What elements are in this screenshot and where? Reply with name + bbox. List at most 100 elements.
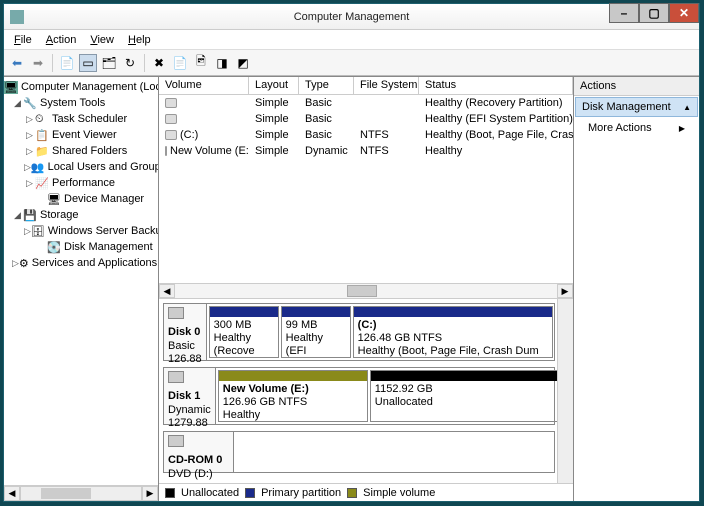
scroll-thumb[interactable] <box>41 488 91 499</box>
services-icon: ⚙ <box>19 257 29 270</box>
tree-windows-backup[interactable]: Windows Server Backup <box>48 225 158 237</box>
storage-icon: 💾 <box>23 209 37 222</box>
expand-icon[interactable]: ▷ <box>24 162 31 173</box>
menu-file[interactable]: File <box>8 32 38 48</box>
actions-selected-label: Disk Management <box>582 101 671 113</box>
list-hscrollbar[interactable]: ◀ ▶ <box>159 283 573 299</box>
tree-device-manager[interactable]: Device Manager <box>64 193 144 205</box>
scroll-left-icon[interactable]: ◀ <box>159 284 175 298</box>
collapse-icon[interactable]: ◢ <box>12 210 23 221</box>
legend-swatch-primary <box>245 488 255 498</box>
partition[interactable]: 1152.92 GBUnallocated <box>370 370 557 422</box>
volume-list[interactable]: SimpleBasicHealthy (Recovery Partition)S… <box>159 95 573 283</box>
partition[interactable]: New Volume (E:)126.96 GB NTFSHealthy <box>218 370 368 422</box>
volume-row[interactable]: (C:)SimpleBasicNTFSHealthy (Boot, Page F… <box>159 127 573 143</box>
refresh-icon[interactable]: 🗂 <box>100 54 118 72</box>
scroll-right-icon[interactable]: ▶ <box>557 284 573 298</box>
tree-event-viewer[interactable]: Event Viewer <box>52 129 117 141</box>
expand-icon[interactable]: ▷ <box>24 146 35 157</box>
col-volume[interactable]: Volume <box>159 77 249 94</box>
disk-row[interactable]: Disk 0Basic126.88 GBOnline300 MBHealthy … <box>163 303 555 361</box>
expand-icon[interactable]: ▷ <box>12 258 19 269</box>
actions-selected[interactable]: Disk Management ▲ <box>575 97 698 117</box>
graphical-vscrollbar[interactable] <box>557 299 573 483</box>
scroll-left-icon[interactable]: ◀ <box>4 486 20 501</box>
volume-icon <box>165 98 177 108</box>
window-title: Computer Management <box>294 11 410 23</box>
tree-local-users[interactable]: Local Users and Groups <box>48 161 158 173</box>
minimize-button[interactable]: – <box>609 3 639 23</box>
clock-icon: ⏲ <box>35 113 49 126</box>
chevron-right-icon: ▶ <box>679 124 685 133</box>
refresh2-icon[interactable]: 📄 <box>171 54 189 72</box>
maximize-button[interactable]: ▢ <box>639 3 669 23</box>
properties-icon[interactable]: ▭ <box>79 54 97 72</box>
backup-icon: 🗄 <box>31 225 45 238</box>
actions-pane: Actions Disk Management ▲ More Actions ▶ <box>574 77 699 501</box>
disk-header[interactable]: CD-ROM 0DVD (D:) <box>164 432 234 472</box>
actions-header: Actions <box>574 77 699 96</box>
partition[interactable]: 300 MBHealthy (Recove <box>209 306 279 358</box>
tree-system-tools[interactable]: System Tools <box>40 97 105 109</box>
volume-row[interactable]: SimpleBasicHealthy (Recovery Partition) <box>159 95 573 111</box>
tree-root[interactable]: Computer Management (Local <box>21 81 158 93</box>
expand-icon[interactable]: ▷ <box>24 114 35 125</box>
tree-task-scheduler[interactable]: Task Scheduler <box>52 113 127 125</box>
forward-icon[interactable]: ➡ <box>29 54 47 72</box>
menu-help[interactable]: Help <box>122 32 157 48</box>
collapse-icon[interactable]: ◢ <box>12 98 23 109</box>
col-layout[interactable]: Layout <box>249 77 299 94</box>
disk-graphical-view: Disk 0Basic126.88 GBOnline300 MBHealthy … <box>159 299 573 483</box>
volume-list-header[interactable]: Volume Layout Type File System Status <box>159 77 573 95</box>
menu-view[interactable]: View <box>84 32 120 48</box>
partition[interactable]: 99 MBHealthy (EFI <box>281 306 351 358</box>
tree-performance[interactable]: Performance <box>52 177 115 189</box>
tree-disk-management[interactable]: Disk Management <box>64 241 153 253</box>
expand-icon[interactable]: ▷ <box>24 226 31 237</box>
actions-more[interactable]: More Actions ▶ <box>574 118 699 138</box>
tree-shared-folders[interactable]: Shared Folders <box>52 145 127 157</box>
list-icon[interactable]: ◨ <box>213 54 231 72</box>
disk-icon: 💽 <box>47 241 61 254</box>
menubar: File Action View Help <box>4 30 699 50</box>
disk-header[interactable]: Disk 0Basic126.88 GBOnline <box>164 304 207 360</box>
col-filesystem[interactable]: File System <box>354 77 419 94</box>
volume-icon <box>165 146 167 156</box>
computer-management-window: Computer Management – ▢ ✕ File Action Vi… <box>3 3 700 502</box>
legend-unallocated: Unallocated <box>181 487 239 499</box>
tree-services[interactable]: Services and Applications <box>32 257 157 269</box>
volume-row[interactable]: New Volume (E:)SimpleDynamicNTFSHealthy <box>159 143 573 159</box>
tree-hscrollbar[interactable]: ◀ ▶ <box>4 485 158 501</box>
close-button[interactable]: ✕ <box>669 3 699 23</box>
export-icon[interactable]: ↻ <box>121 54 139 72</box>
volume-row[interactable]: SimpleBasicHealthy (EFI System Partition… <box>159 111 573 127</box>
users-icon: 👥 <box>31 161 45 174</box>
settings-icon[interactable]: 🖻 <box>192 54 210 72</box>
volume-icon <box>165 130 177 140</box>
disk-header[interactable]: Disk 1Dynamic1279.88 GBOnline <box>164 368 216 424</box>
disk-row[interactable]: Disk 1Dynamic1279.88 GBOnlineNew Volume … <box>163 367 555 425</box>
detail-icon[interactable]: ◩ <box>234 54 252 72</box>
back-icon[interactable]: ⬅ <box>8 54 26 72</box>
expand-icon[interactable]: ▷ <box>24 130 35 141</box>
tools-icon: 🔧 <box>23 97 37 110</box>
menu-action[interactable]: Action <box>40 32 83 48</box>
titlebar[interactable]: Computer Management – ▢ ✕ <box>4 4 699 30</box>
nav-tree[interactable]: 🖥Computer Management (Local ◢🔧System Too… <box>4 77 159 501</box>
partition[interactable]: (C:)126.48 GB NTFSHealthy (Boot, Page Fi… <box>353 306 553 358</box>
col-status[interactable]: Status <box>419 77 573 94</box>
up-icon[interactable]: 📄 <box>58 54 76 72</box>
disk-row[interactable]: CD-ROM 0DVD (D:) <box>163 431 555 473</box>
help-icon[interactable]: ✖ <box>150 54 168 72</box>
collapse-icon[interactable]: ▲ <box>683 103 691 112</box>
toolbar: ⬅ ➡ 📄 ▭ 🗂 ↻ ✖ 📄 🖻 ◨ ◩ <box>4 50 699 76</box>
actions-more-label: More Actions <box>588 122 652 134</box>
col-type[interactable]: Type <box>299 77 354 94</box>
scroll-thumb[interactable] <box>347 285 377 297</box>
expand-icon[interactable]: ▷ <box>24 178 35 189</box>
legend-simple: Simple volume <box>363 487 435 499</box>
tree-storage[interactable]: Storage <box>40 209 79 221</box>
device-icon: 🖥 <box>47 193 61 206</box>
scroll-right-icon[interactable]: ▶ <box>142 486 158 501</box>
legend-primary: Primary partition <box>261 487 341 499</box>
